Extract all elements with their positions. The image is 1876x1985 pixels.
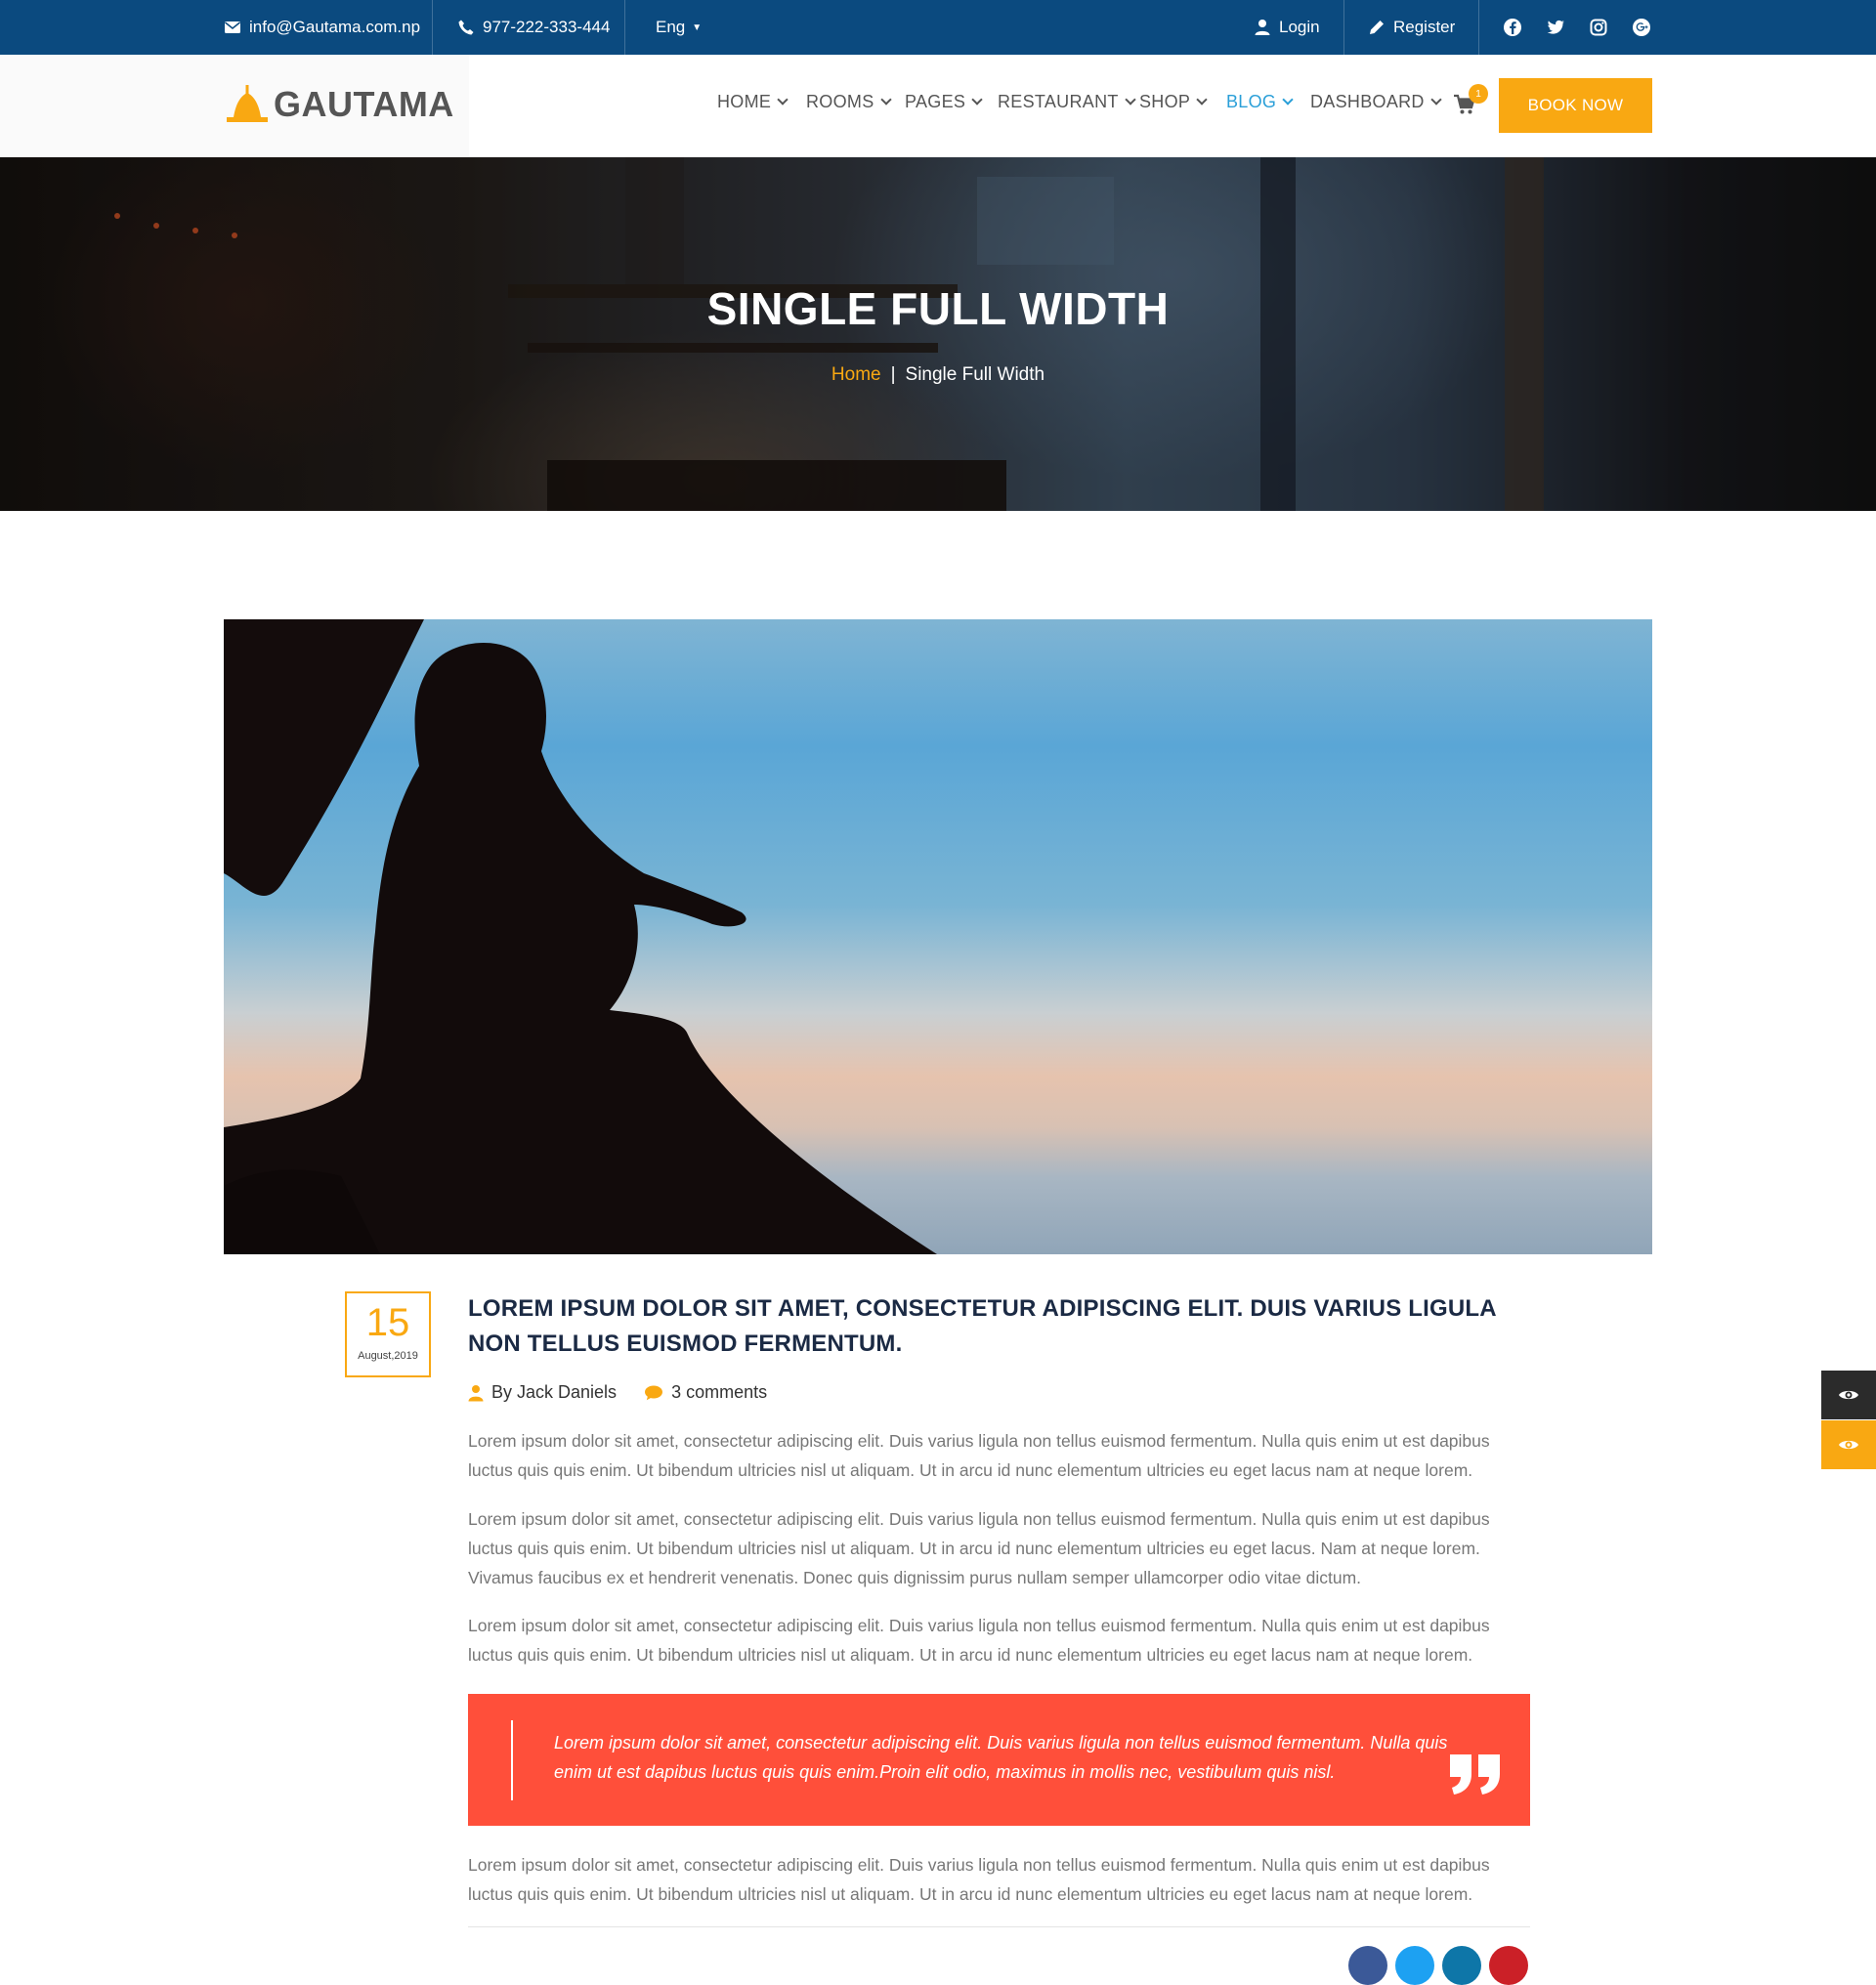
comment-icon — [645, 1385, 663, 1400]
divider — [432, 0, 433, 55]
post-meta: By Jack Daniels 3 comments — [468, 1382, 794, 1403]
chevron-down-icon — [1282, 94, 1294, 106]
page-title: SINGLE FULL WIDTH — [706, 283, 1170, 334]
post-date-day: 15 — [365, 1301, 410, 1344]
register-label: Register — [1393, 18, 1456, 36]
featured-image — [224, 619, 1652, 1254]
stupa-logo-icon — [227, 85, 268, 122]
quote-text: Lorem ipsum dolor sit amet, consectetur … — [554, 1733, 1448, 1782]
post-paragraph: Lorem ipsum dolor sit amet, consectetur … — [468, 1616, 1490, 1665]
quote-mark-icon — [1450, 1754, 1500, 1795]
email-text: info@Gautama.com.np — [249, 18, 421, 36]
nav-home-label: HOME — [717, 92, 772, 111]
nav-restaurant-label: RESTAURANT — [998, 92, 1119, 111]
eye-icon — [1839, 1440, 1858, 1450]
chevron-down-icon — [879, 94, 892, 106]
user-icon — [1255, 20, 1270, 35]
nav-shop-label: SHOP — [1139, 92, 1191, 111]
chevron-down-icon — [1430, 94, 1442, 106]
phone-text: 977-222-333-444 — [483, 18, 611, 36]
post-comments-label: 3 comments — [671, 1382, 768, 1402]
chevron-down-icon — [1196, 94, 1208, 106]
nav-home[interactable]: HOME — [717, 92, 789, 112]
twitter-icon[interactable] — [1545, 17, 1566, 38]
post-date-box: 15 August,2019 — [345, 1291, 431, 1377]
nav-pages[interactable]: PAGES — [905, 92, 983, 112]
nav-restaurant[interactable]: RESTAURANT — [998, 92, 1136, 112]
login-link[interactable]: Login — [1254, 0, 1320, 55]
register-link[interactable]: Register — [1368, 0, 1455, 55]
contact-email[interactable]: info@Gautama.com.np — [224, 0, 420, 55]
side-panel-toggle[interactable] — [1821, 1371, 1876, 1419]
breadcrumb-current: Single Full Width — [905, 364, 1045, 385]
eye-icon — [1839, 1390, 1858, 1400]
login-label: Login — [1279, 18, 1320, 36]
share-twitter-icon[interactable] — [1395, 1946, 1434, 1985]
breadcrumb-separator: | — [890, 364, 896, 385]
book-now-button[interactable]: BOOK NOW — [1499, 78, 1652, 133]
logo-text: GAUTAMA — [274, 84, 454, 124]
post-date-month-year: August,2019 — [358, 1350, 418, 1362]
share-linkedin-icon[interactable] — [1442, 1946, 1481, 1985]
nav-blog[interactable]: BLOG — [1226, 92, 1294, 112]
chevron-down-icon — [777, 94, 789, 106]
contact-phone[interactable]: 977-222-333-444 — [457, 0, 610, 55]
meditating-silhouette-image — [224, 619, 937, 1254]
google-plus-icon[interactable] — [1631, 17, 1652, 38]
phone-icon — [458, 20, 474, 35]
post-divider — [468, 1926, 1530, 1927]
blockquote: Lorem ipsum dolor sit amet, consectetur … — [468, 1694, 1530, 1826]
instagram-icon[interactable] — [1588, 17, 1609, 38]
breadcrumb: Home | Single Full Width — [0, 364, 1876, 386]
divider — [1478, 0, 1479, 55]
nav-dashboard[interactable]: DASHBOARD — [1310, 92, 1442, 112]
post-paragraph: Lorem ipsum dolor sit amet, consectetur … — [468, 1855, 1490, 1904]
post-author-label: By Jack Daniels — [491, 1382, 618, 1402]
nav-blog-label: BLOG — [1226, 92, 1277, 111]
breadcrumb-home-link[interactable]: Home — [831, 364, 881, 385]
page-hero-banner: SINGLE FULL WIDTH Home | Single Full Width — [0, 157, 1876, 511]
post-title: LOREM IPSUM DOLOR SIT AMET, CONSECTETUR … — [468, 1295, 1496, 1357]
quote-accent-line — [511, 1720, 513, 1800]
pencil-icon — [1370, 21, 1384, 34]
facebook-icon[interactable] — [1502, 17, 1523, 38]
post-comments-link[interactable]: 3 comments — [644, 1382, 767, 1403]
main-header: GAUTAMA HOME ROOMS PAGES RESTAURANT SHOP… — [0, 55, 1876, 157]
top-bar: info@Gautama.com.np 977-222-333-444 Eng … — [0, 0, 1876, 55]
nav-pages-label: PAGES — [905, 92, 966, 111]
envelope-icon — [225, 21, 240, 33]
user-icon — [468, 1384, 484, 1401]
nav-rooms-label: ROOMS — [806, 92, 874, 111]
nav-shop[interactable]: SHOP — [1139, 92, 1208, 112]
language-label: Eng — [656, 18, 686, 36]
post-paragraph: Lorem ipsum dolor sit amet, consectetur … — [468, 1509, 1490, 1587]
chevron-down-icon — [1125, 94, 1136, 106]
nav-rooms[interactable]: ROOMS — [806, 92, 892, 112]
share-pinterest-icon[interactable] — [1489, 1946, 1528, 1985]
divider — [1343, 0, 1344, 55]
divider — [624, 0, 625, 55]
cart-count-badge: 1 — [1469, 84, 1488, 104]
post-paragraph: Lorem ipsum dolor sit amet, consectetur … — [468, 1431, 1490, 1480]
language-selector[interactable]: Eng ▼ — [656, 0, 702, 55]
chevron-down-icon — [971, 94, 983, 106]
nav-dashboard-label: DASHBOARD — [1310, 92, 1425, 111]
share-facebook-icon[interactable] — [1348, 1946, 1387, 1985]
caret-down-icon: ▼ — [692, 21, 703, 33]
side-panel-toggle[interactable] — [1821, 1420, 1876, 1469]
post-author[interactable]: By Jack Daniels — [468, 1382, 617, 1403]
site-logo[interactable]: GAUTAMA — [225, 84, 454, 125]
